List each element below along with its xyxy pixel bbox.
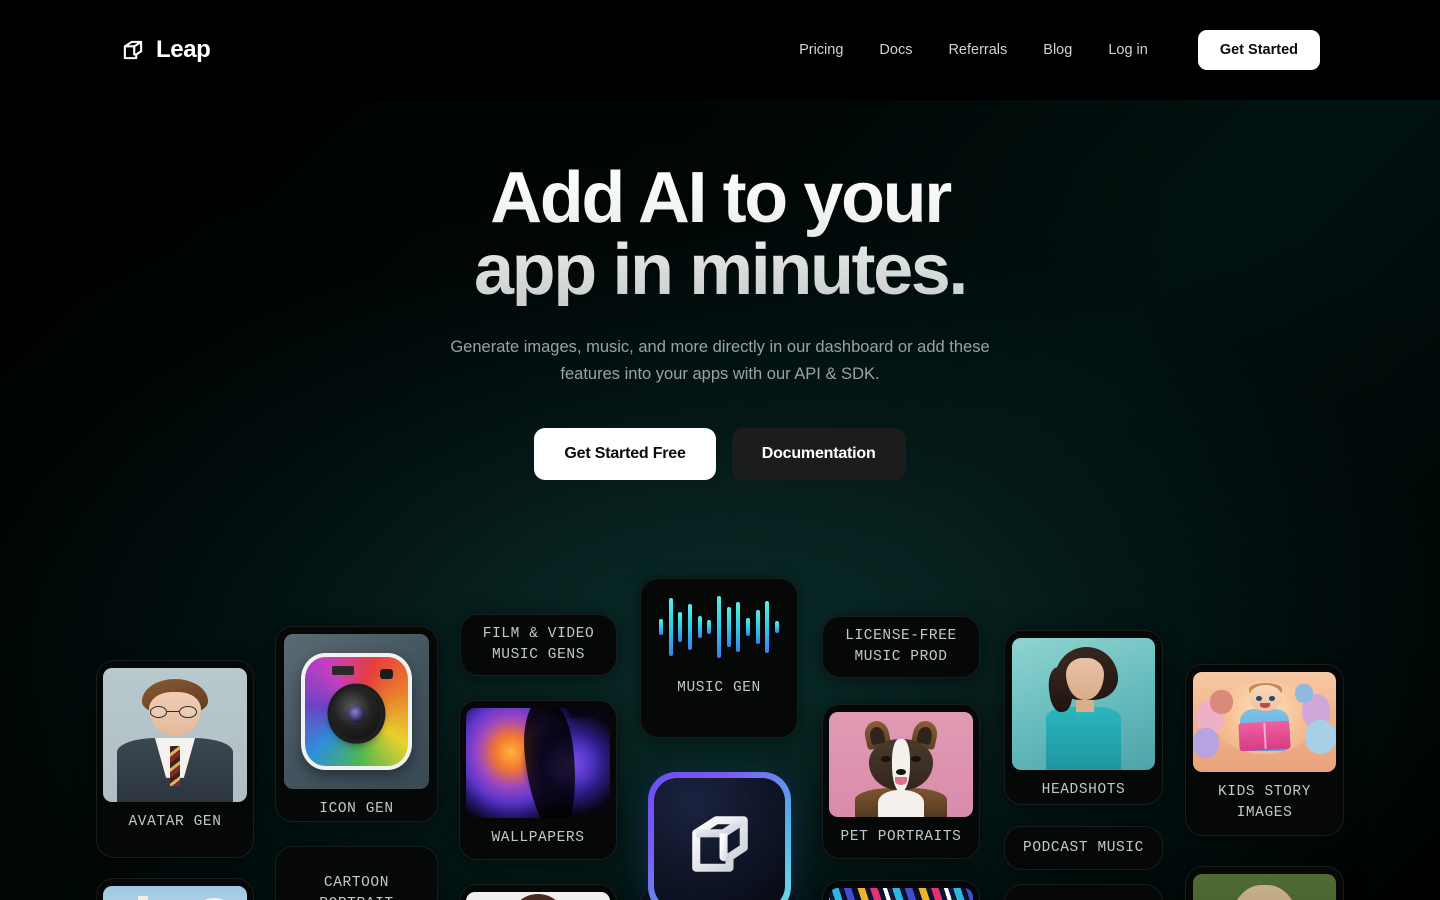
card-thumbnail <box>1193 672 1336 772</box>
get-started-free-button[interactable]: Get Started Free <box>534 428 716 480</box>
hero-action-buttons: Get Started Free Documentation <box>534 428 906 480</box>
feature-card-kids-story-images[interactable]: KIDS STORY IMAGES <box>1185 664 1344 836</box>
card-thumbnail <box>1193 874 1336 900</box>
nav-link-pricing[interactable]: Pricing <box>781 32 861 68</box>
feature-card-cartoon-portrait[interactable]: CARTOON PORTRAIT <box>275 846 438 900</box>
feature-card-pet-portraits[interactable]: PET PORTRAITS <box>822 704 980 859</box>
nav-link-docs[interactable]: Docs <box>861 32 930 68</box>
feature-card-pill-bottom-podcast[interactable] <box>1004 884 1163 900</box>
card-label: PET PORTRAITS <box>840 829 962 845</box>
feature-card-dog-card[interactable] <box>1185 866 1344 900</box>
card-label: HEADSHOTS <box>1041 782 1126 798</box>
audio-waveform-icon <box>659 586 779 668</box>
nav-link-login[interactable]: Log in <box>1090 32 1166 68</box>
avatar-thumbnail-art <box>103 668 247 802</box>
feature-card-portrait-card[interactable] <box>459 884 617 900</box>
feature-card-film-video-music[interactable]: FILM & VIDEO MUSIC GENS <box>460 614 617 676</box>
wallpaper-gradient-art <box>466 708 610 818</box>
color-pencils-art <box>829 888 973 900</box>
card-label: ICON GEN <box>319 801 394 817</box>
nav-link-blog[interactable]: Blog <box>1025 32 1090 68</box>
feature-card-music-gen[interactable]: MUSIC GEN <box>640 578 798 738</box>
dog-photo-art <box>1193 874 1336 900</box>
card-label: WALLPAPERS <box>491 830 585 846</box>
card-thumbnail <box>466 708 610 818</box>
brand-logo[interactable]: Leap <box>120 36 211 64</box>
studio-portrait-art <box>466 892 610 900</box>
leap-cube-icon <box>123 40 143 60</box>
feature-card-pencils-card[interactable] <box>822 880 980 900</box>
main-navigation: Pricing Docs Referrals Blog Log in Get S… <box>781 30 1320 70</box>
feature-card-headshots[interactable]: HEADSHOTS <box>1004 630 1163 805</box>
headshot-portrait-art <box>1012 638 1155 770</box>
feature-card-avatar-gen[interactable]: AVATAR GEN <box>96 660 254 858</box>
hero-title-line-2: app in minutes. <box>473 230 967 310</box>
leap-app-icon-surface <box>654 778 785 900</box>
nav-link-referrals[interactable]: Referrals <box>930 32 1025 68</box>
leap-app-icon-tile[interactable] <box>648 772 791 900</box>
card-thumbnail <box>1012 638 1155 770</box>
card-label: CARTOON PORTRAIT <box>319 875 393 900</box>
documentation-button[interactable]: Documentation <box>731 428 906 480</box>
pet-portrait-art <box>829 712 973 817</box>
card-label: FILM & VIDEO MUSIC GENS <box>482 626 595 663</box>
card-thumbnail <box>659 586 779 668</box>
feature-card-scene-card[interactable] <box>96 878 254 900</box>
card-label: MUSIC GEN <box>677 680 761 696</box>
camera-app-icon-art <box>284 634 429 789</box>
feature-card-wallpapers[interactable]: WALLPAPERS <box>459 700 617 860</box>
site-header: Leap Pricing Docs Referrals Blog Log in … <box>0 0 1440 100</box>
leap-cube-icon <box>691 815 748 872</box>
brand-name: Leap <box>156 36 211 63</box>
card-thumbnail <box>103 668 247 802</box>
feature-card-license-free-music[interactable]: LICENSE-FREE MUSIC PROD <box>822 616 980 678</box>
feature-card-icon-gen[interactable]: ICON GEN <box>275 626 438 822</box>
page-title: Add AI to your app in minutes. <box>400 162 1040 306</box>
page-root: Leap Pricing Docs Referrals Blog Log in … <box>0 0 1440 900</box>
card-thumbnail <box>284 634 429 789</box>
card-thumbnail <box>103 886 247 900</box>
hero-subtitle: Generate images, music, and more directl… <box>450 338 990 383</box>
card-thumbnail <box>829 888 973 900</box>
card-label: LICENSE-FREE MUSIC PROD <box>845 628 957 665</box>
kids-story-art <box>1193 672 1336 772</box>
card-label: PODCAST MUSIC <box>1023 839 1144 856</box>
feature-card-podcast-music[interactable]: PODCAST MUSIC <box>1004 826 1163 870</box>
card-thumbnail <box>466 892 610 900</box>
get-started-button[interactable]: Get Started <box>1197 30 1320 70</box>
card-thumbnail <box>829 712 973 817</box>
card-label: KIDS STORY IMAGES <box>1217 784 1311 821</box>
landscape-scene-art <box>103 886 247 900</box>
hero-title-line-1: Add AI to your <box>490 158 950 238</box>
card-label: AVATAR GEN <box>128 814 222 830</box>
